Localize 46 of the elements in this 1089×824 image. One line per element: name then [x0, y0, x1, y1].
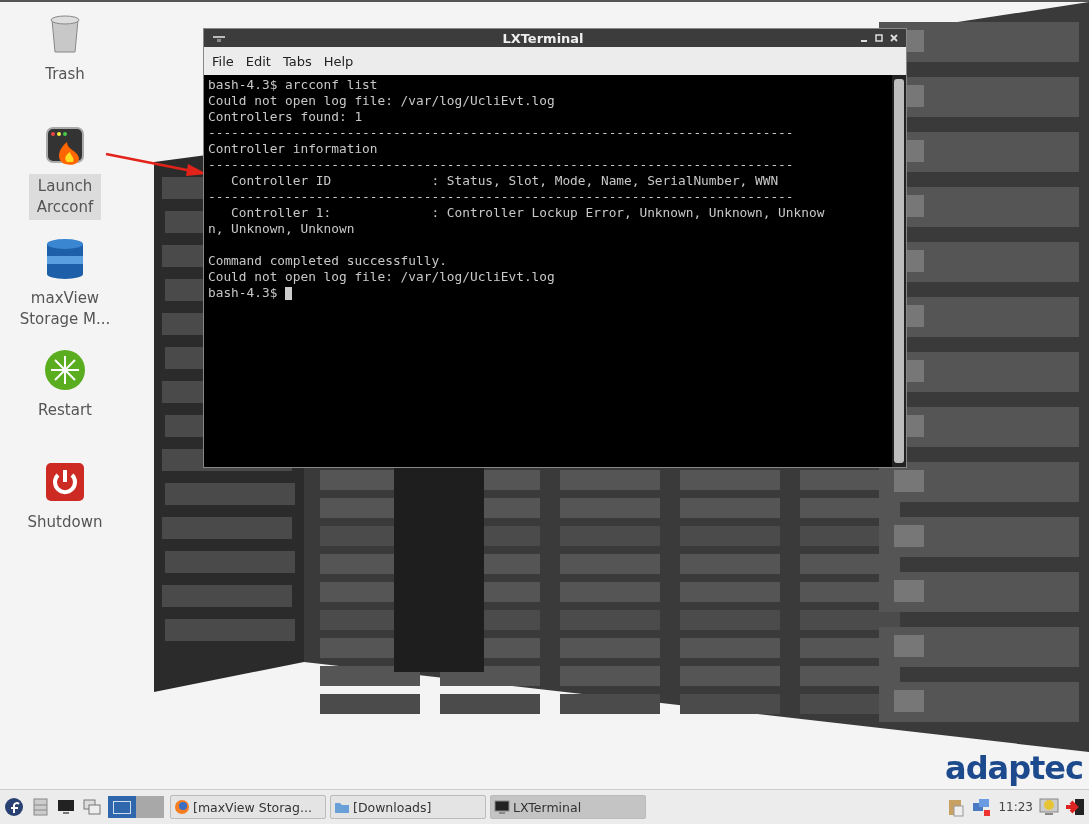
menu-item[interactable]: File — [206, 51, 240, 71]
terminal-line: Controller ID : Status, Slot, Mode, Name, SerialNumber, WWN — [230, 173, 779, 189]
desktop-icon-label[interactable]: Shutdown — [24, 510, 106, 535]
clipboard-icon[interactable] — [946, 797, 967, 818]
desktop-switcher[interactable] — [136, 796, 164, 819]
desktop-icon-label[interactable]: Restart — [35, 398, 95, 423]
power-icon[interactable] — [43, 460, 87, 504]
taskbar-button[interactable]: [Downloads] — [330, 795, 486, 820]
windows-icon[interactable] — [82, 797, 102, 818]
desktop-icon-label[interactable]: Trash — [42, 62, 88, 87]
menu-item[interactable]: Help — [317, 51, 360, 71]
close-icon[interactable] — [890, 34, 898, 42]
desktop-icon-label[interactable]: Launch Arcconf — [29, 174, 101, 220]
terminal-line: Controller 1: : Controller Lockup Error, Unknown, Unknown, Unknow — [230, 205, 825, 221]
window-title: LXTerminal — [501, 30, 585, 46]
taskbar-button[interactable]: [maxView Storag... — [170, 795, 326, 820]
menu-item[interactable]: Edit — [239, 51, 277, 71]
dashed-rule: ---------------------------------------------------------------------------- — [208, 157, 794, 173]
taskbar-button[interactable]: LXTerminal — [490, 795, 646, 820]
brand-logo: adaptec — [945, 749, 1083, 788]
starburst-icon[interactable] — [43, 348, 87, 392]
terminal-line: Controllers found: 1 — [208, 109, 363, 125]
dashed-rule: ---------------------------------------------------------------------------- — [208, 189, 794, 205]
key-monitor-icon[interactable] — [1039, 797, 1059, 818]
menu-item[interactable]: Tabs — [276, 51, 318, 71]
text-cursor — [285, 286, 293, 300]
network-icon[interactable] — [972, 797, 993, 818]
flame-terminal-icon[interactable] — [43, 124, 87, 168]
terminal-icon — [212, 33, 226, 43]
exit-icon[interactable] — [1065, 797, 1085, 818]
terminal-line: Command completed successfully. — [208, 253, 447, 269]
terminal-line: Could not open log file: /var/log/UcliEvt.log — [208, 269, 555, 285]
desktop-icon-label[interactable]: maxView Storage M... — [0, 286, 130, 332]
terminal-line: Controller information — [208, 141, 378, 157]
dashed-rule: ---------------------------------------------------------------------------- — [208, 125, 794, 141]
scrollbar-thumb[interactable] — [894, 79, 904, 463]
clock[interactable]: 11:23 — [998, 800, 1033, 815]
shell-prompt: bash-4.3$ — [208, 285, 278, 301]
terminal-line: Could not open log file: /var/log/UcliEvt.log — [208, 93, 555, 109]
desktop-switcher[interactable] — [108, 796, 136, 819]
monitor-icon — [494, 799, 510, 816]
maximize-icon[interactable] — [875, 34, 883, 42]
fedora-icon[interactable] — [4, 797, 24, 818]
terminal-line: bash-4.3$ arcconf list — [208, 77, 378, 93]
globe-icon — [174, 799, 190, 816]
terminal-line: n, Unknown, Unknown — [208, 221, 355, 237]
